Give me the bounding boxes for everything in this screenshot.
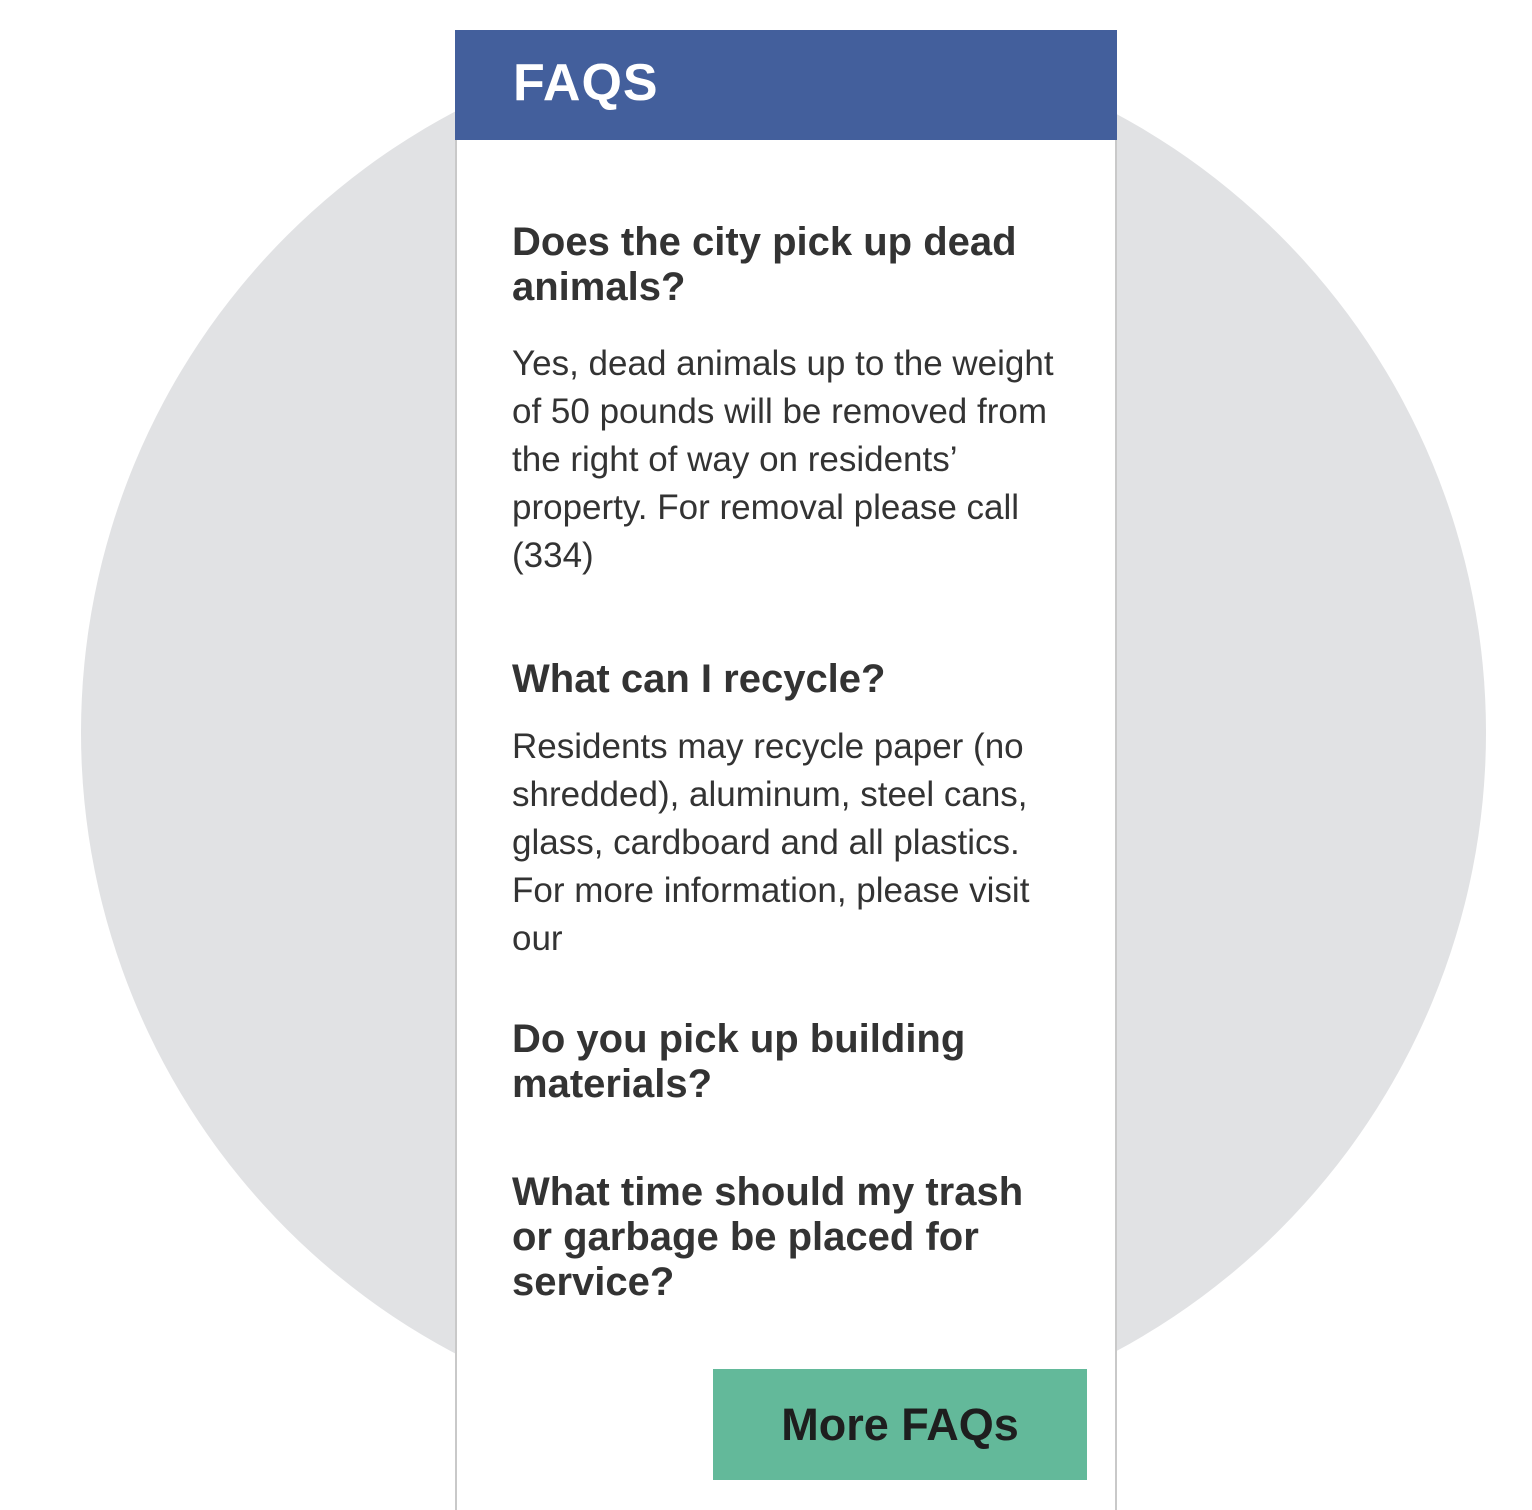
faq-header: FAQS [455, 30, 1117, 140]
faq-question-trash-time[interactable]: What time should my trash or garbage be … [512, 1170, 1072, 1305]
faq-question-recycle[interactable]: What can I recycle? [512, 657, 1072, 702]
faq-panel: FAQS Does the city pick up dead animals?… [455, 30, 1117, 1510]
faq-answer-dead-animals: Yes, dead animals up to the weight of 50… [512, 344, 1054, 575]
faq-question-dead-animals[interactable]: Does the city pick up dead animals? [512, 220, 1072, 310]
faq-answer-recycle: Residents may recycle paper (no shredded… [512, 727, 1030, 958]
faq-question-building-materials[interactable]: Do you pick up building materials? [512, 1017, 1072, 1107]
more-faqs-button[interactable]: More FAQs [713, 1369, 1087, 1480]
faq-title: FAQS [513, 54, 659, 112]
